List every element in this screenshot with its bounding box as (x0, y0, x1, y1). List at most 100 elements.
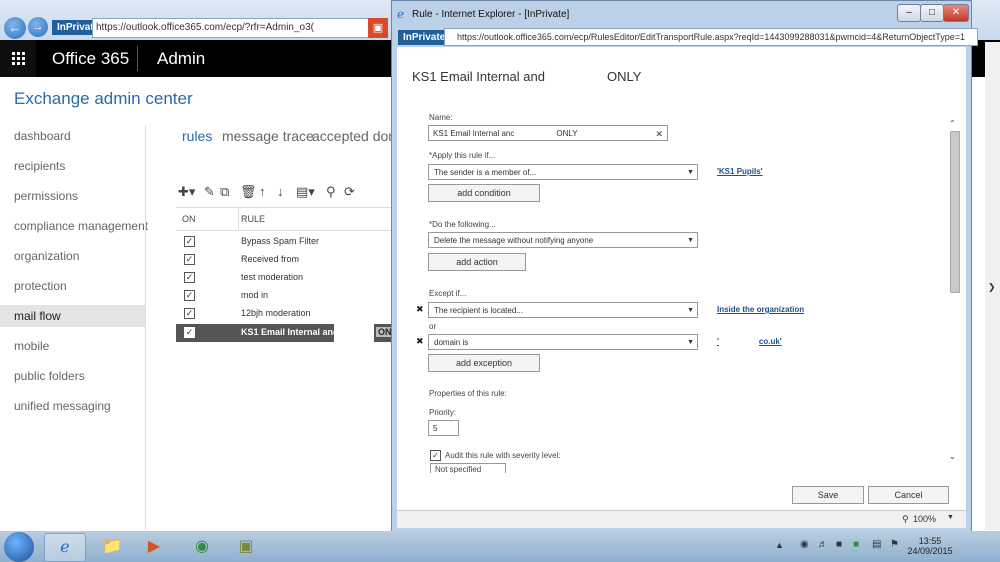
delete-icon[interactable]: 🗑 (240, 184, 257, 200)
apply-if-label: *Apply this rule if... (429, 151, 496, 160)
table-row[interactable]: ✓ test moderation (176, 269, 392, 287)
exception-select[interactable]: domain is ▼ (428, 334, 698, 350)
close-button[interactable]: ✕ (943, 4, 969, 22)
enabled-checkbox[interactable]: ✓ (184, 327, 195, 338)
nav-item-protection[interactable]: protection (14, 279, 67, 293)
minimize-button[interactable]: – (897, 4, 921, 22)
address-bar[interactable]: https://outlook.office365.com/ecp/RulesE… (444, 28, 978, 46)
table-row[interactable]: ✓ Bypass Spam Filter (176, 233, 392, 251)
action-select[interactable]: Delete the message without notifying any… (428, 232, 698, 248)
more-icon[interactable]: ▤▾ (296, 184, 315, 200)
search-icon[interactable]: ⚲ (326, 184, 336, 200)
address-bar[interactable]: https://outlook.office365.com/ecp/?rfr=A… (92, 18, 387, 38)
table-row[interactable]: ✓ Received from (176, 251, 392, 269)
table-row[interactable]: ✓ 12bjh moderation (176, 305, 392, 323)
domain-link-part: co.uk' (758, 337, 782, 346)
audit-checkbox[interactable]: ✓ (430, 450, 441, 461)
dialog-title-part: ONLY (606, 69, 642, 84)
priority-input[interactable]: 5 (428, 420, 459, 436)
column-header-on[interactable]: ON (182, 214, 196, 224)
media-player-icon[interactable]: ▶ (134, 533, 174, 560)
exception-link[interactable]: ' co.uk' (717, 337, 782, 346)
copy-icon[interactable]: ⧉ (220, 184, 229, 200)
refresh-icon[interactable]: ⟳ (344, 184, 355, 200)
name-label: Name: (429, 113, 453, 122)
nav-item-mobile[interactable]: mobile (14, 339, 49, 353)
zoom-level[interactable]: 100% (913, 514, 936, 524)
dialog-scrollbar[interactable]: ⌃ ⌄ (948, 119, 960, 464)
section-title[interactable]: Admin (157, 49, 205, 69)
tray-icon[interactable]: ■ (836, 539, 842, 550)
volume-icon[interactable]: ♬ (818, 539, 828, 550)
chevron-up-icon[interactable]: ⌃ (949, 119, 956, 128)
name-value: ONLY (556, 129, 578, 138)
back-icon[interactable]: ← (4, 17, 26, 39)
window-title: Rule - Internet Explorer - [InPrivate] (412, 9, 570, 20)
exception-select[interactable]: The recipient is located... ▼ (428, 302, 698, 318)
tab-message-trace[interactable]: message trace (222, 128, 314, 144)
condition-select[interactable]: The sender is a member of... ▼ (428, 164, 698, 180)
forward-icon[interactable]: → (28, 17, 48, 37)
exception-link[interactable]: Inside the organization (717, 305, 804, 314)
nav-item-organization[interactable]: organization (14, 249, 79, 263)
clear-icon[interactable]: ✕ (655, 126, 663, 142)
name-input[interactable]: KS1 Email Internal anc ONLY ✕ (428, 125, 668, 141)
add-condition-button[interactable]: add condition (428, 184, 540, 202)
rule-name: KS1 Email Internal and (241, 327, 339, 337)
inprivate-badge: InPrivate (398, 30, 451, 45)
clock[interactable]: 13:55 24/09/2015 (905, 536, 955, 556)
tray-expand-icon[interactable]: ▲ (775, 540, 784, 550)
nav-item-compliance-management[interactable]: compliance management (14, 219, 148, 233)
scroll-thumb[interactable] (950, 131, 960, 293)
nav-item-unified-messaging[interactable]: unified messaging (14, 399, 111, 413)
edit-icon[interactable]: ✎ (204, 184, 215, 200)
office-tab-icon[interactable]: ▣ (368, 18, 388, 38)
tray-icon[interactable]: ◉ (800, 539, 809, 550)
rule-dialog: KS1 Email Internal and ONLY Name: KS1 Ema… (397, 47, 966, 510)
enabled-checkbox[interactable]: ✓ (184, 290, 195, 301)
internet-explorer-icon[interactable]: ℯ (44, 533, 86, 562)
remove-exception-icon[interactable]: ✖ (416, 304, 424, 315)
tray-icon[interactable]: ■ (853, 539, 859, 550)
save-button[interactable]: Save (792, 486, 864, 504)
tab-accepted-domains[interactable]: accepted dom (312, 128, 400, 144)
nav-item-public-folders[interactable]: public folders (14, 369, 85, 383)
enabled-checkbox[interactable]: ✓ (184, 308, 195, 319)
file-explorer-icon[interactable]: 📁 (92, 533, 132, 560)
cancel-button[interactable]: Cancel (868, 486, 949, 504)
network-icon[interactable]: ▤ (872, 539, 881, 550)
severity-select[interactable]: Not specified (430, 463, 506, 473)
brand-title[interactable]: Office 365 (52, 49, 129, 69)
nav-item-recipients[interactable]: recipients (14, 159, 65, 173)
nav-item-dashboard[interactable]: dashboard (14, 129, 71, 143)
maximize-button[interactable]: □ (920, 4, 944, 22)
chevron-down-icon[interactable]: ⌄ (949, 452, 956, 461)
status-bar: ⚲ 100% ▼ (397, 510, 966, 528)
chevron-right-icon[interactable]: ❯ (988, 282, 996, 293)
table-row-selected[interactable]: ✓ KS1 Email Internal and ON (176, 324, 394, 342)
move-down-icon[interactable]: ↓ (277, 184, 284, 199)
chevron-down-icon[interactable]: ▼ (947, 514, 954, 521)
nav-item-mail-flow[interactable]: mail flow (14, 309, 61, 323)
enabled-checkbox[interactable]: ✓ (184, 272, 195, 283)
main-scrollbar[interactable]: ❯ (985, 42, 1000, 530)
add-exception-button[interactable]: add exception (428, 354, 540, 372)
tab-rules[interactable]: rules (182, 128, 212, 144)
start-button[interactable] (4, 532, 34, 562)
move-up-icon[interactable]: ↑ (259, 184, 266, 199)
condition-link[interactable]: 'KS1 Pupils' (717, 167, 763, 176)
add-icon[interactable]: ✚▾ (178, 184, 195, 200)
add-action-button[interactable]: add action (428, 253, 526, 271)
dialog-title-part: KS1 Email Internal and (412, 69, 545, 84)
app-launcher-icon[interactable] (0, 40, 36, 77)
chrome-icon[interactable]: ◉ (182, 533, 222, 560)
table-row[interactable]: ✓ mod in (176, 287, 392, 305)
flag-icon[interactable]: ⚑ (890, 539, 899, 550)
remove-exception-icon[interactable]: ✖ (416, 336, 424, 347)
enabled-checkbox[interactable]: ✓ (184, 254, 195, 265)
column-header-rule[interactable]: RULE (241, 214, 265, 224)
enabled-checkbox[interactable]: ✓ (184, 236, 195, 247)
zoom-icon[interactable]: ⚲ (902, 514, 909, 525)
app-icon[interactable]: ▣ (226, 533, 266, 560)
nav-item-permissions[interactable]: permissions (14, 189, 78, 203)
